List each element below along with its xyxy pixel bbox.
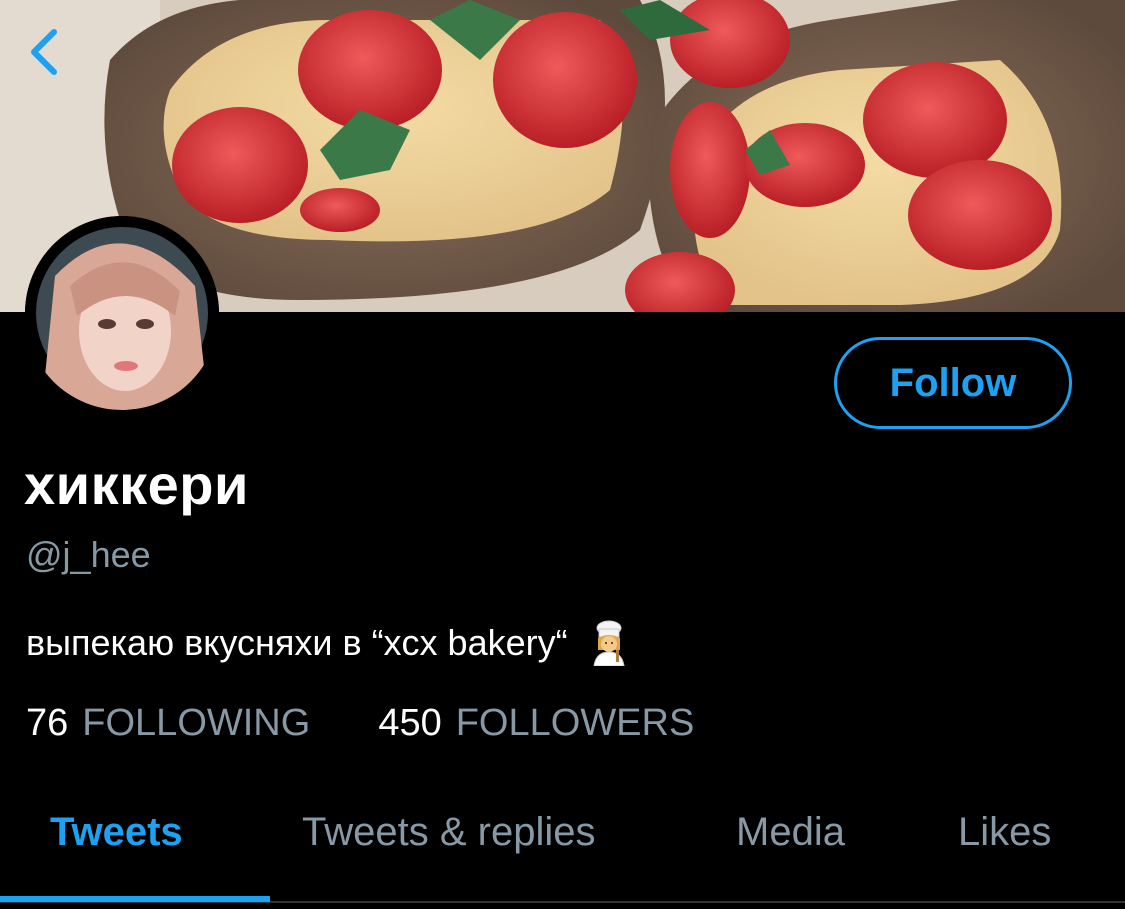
tab-tweets[interactable]: Tweets bbox=[50, 810, 183, 855]
handle: @j_hee bbox=[26, 534, 151, 575]
profile-tabs: Tweets Tweets & replies Media Likes bbox=[0, 780, 1125, 903]
follow-button[interactable]: Follow bbox=[834, 337, 1072, 429]
avatar-image bbox=[25, 216, 219, 410]
following-label: FOLLOWING bbox=[82, 702, 311, 744]
following-count: 76 bbox=[26, 702, 69, 744]
woman-cook-emoji-icon bbox=[586, 620, 632, 667]
followers-count: 450 bbox=[378, 702, 442, 744]
followers-stat[interactable]: 450 FOLLOWERS bbox=[378, 702, 694, 745]
active-tab-indicator bbox=[0, 896, 270, 902]
bio-text: выпекаю вкусняхи в “xcx bakery“ bbox=[26, 622, 568, 663]
display-name: хиккери bbox=[24, 453, 249, 516]
bio: выпекаю вкусняхи в “xcx bakery“ bbox=[26, 620, 632, 667]
followers-label: FOLLOWERS bbox=[455, 702, 695, 744]
tab-tweets-replies[interactable]: Tweets & replies bbox=[302, 810, 595, 855]
tab-likes[interactable]: Likes bbox=[958, 810, 1051, 855]
chevron-left-icon bbox=[31, 29, 57, 75]
profile-stats: 76 FOLLOWING 450 FOLLOWERS bbox=[26, 702, 694, 745]
back-button[interactable] bbox=[18, 20, 74, 80]
avatar[interactable] bbox=[25, 216, 219, 410]
tab-media[interactable]: Media bbox=[736, 810, 845, 855]
profile-page: Follow хиккери @j_hee выпекаю вкусняхи в… bbox=[0, 0, 1125, 909]
following-stat[interactable]: 76 FOLLOWING bbox=[26, 702, 310, 745]
